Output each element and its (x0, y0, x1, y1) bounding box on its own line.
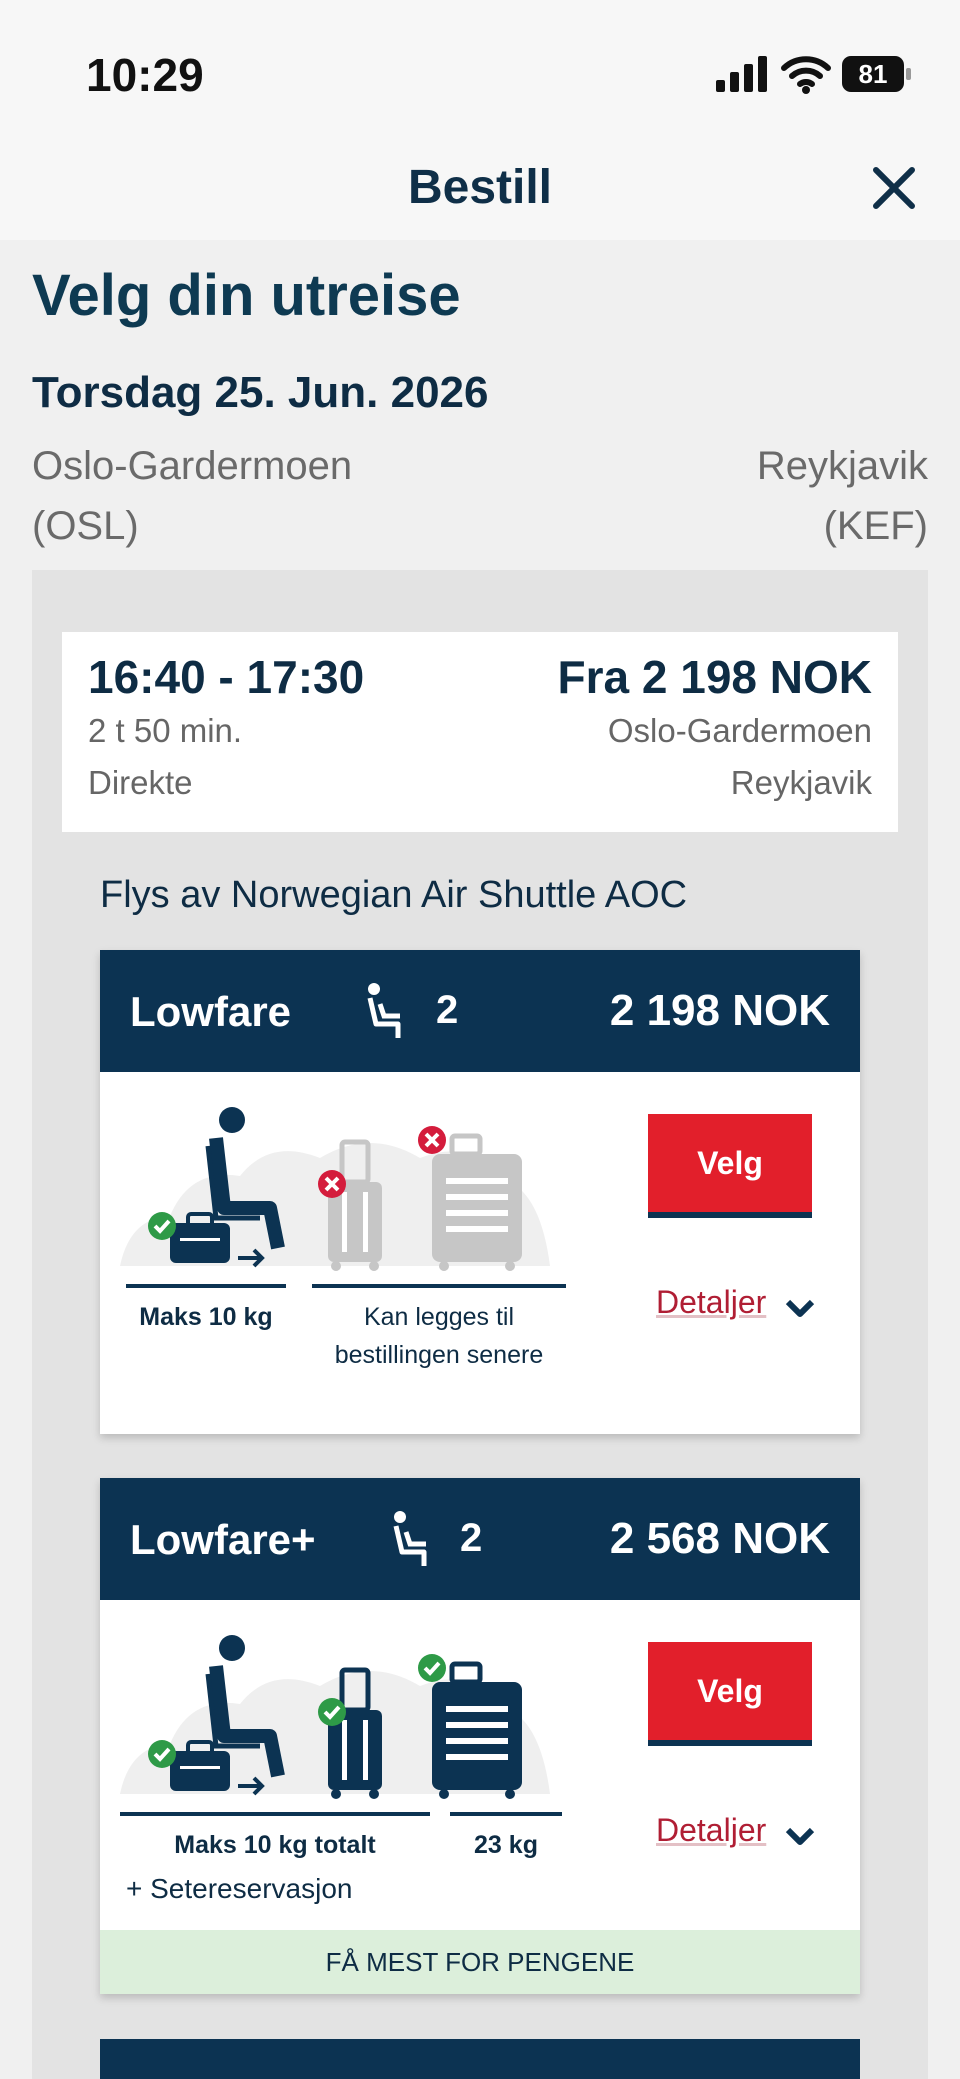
nav-bar: Bestill (0, 150, 960, 240)
fare-name: Lowfare (130, 988, 292, 1035)
travel-date: Torsdag 25. Jun. 2026 (32, 368, 489, 417)
extra-benefit: + Setereservasjon (126, 1873, 353, 1904)
checked-bag-label-line1: Kan legges til (363, 1303, 515, 1331)
baggage-illustration (120, 1107, 550, 1271)
status-time: 10:29 (86, 49, 204, 101)
nav-title: Bestill (407, 161, 553, 214)
divider (120, 1812, 430, 1816)
carry-on-label: Maks 10 kg (139, 1303, 273, 1331)
flight-to: Reykjavik (730, 764, 872, 801)
details-link[interactable]: Detaljer (656, 1812, 766, 1849)
divider (450, 1812, 562, 1816)
seat-count: 2 (460, 1516, 483, 1560)
best-value-banner: FÅ MEST FOR PENGENE (100, 1930, 860, 1994)
fare-card-next (100, 2039, 860, 2079)
fare-price: 2 568 NOK (609, 1514, 830, 1563)
battery-level: 81 (859, 59, 888, 89)
flight-from: Oslo-Gardermoen (607, 712, 872, 749)
origin-city: Oslo-Gardermoen (32, 444, 353, 488)
suitcase-icon (432, 1133, 522, 1271)
checked-bag-label: Kan legges til bestillingen senere (300, 1298, 578, 1374)
divider (312, 1284, 566, 1288)
seat-icon (393, 1511, 427, 1566)
origin-code: (OSL) (32, 504, 139, 548)
check-badge-icon (318, 1698, 346, 1726)
fare-price: 2 198 NOK (609, 986, 830, 1035)
destination: Reykjavik (KEF) (757, 436, 928, 556)
battery-icon: 81 (842, 56, 911, 92)
suitcase-icon (432, 1661, 522, 1799)
select-fare-button[interactable]: Velg (648, 1114, 812, 1218)
fare-card-lowfare-plus: Lowfare+ 2 2 568 NOK Maks 10 kg totalt 2… (100, 1478, 860, 1994)
seat-icon (367, 983, 401, 1038)
divider (126, 1284, 286, 1288)
fare-card-lowfare: Lowfare 2 2 198 NOK Maks 10 kg Kan legge… (100, 950, 860, 1434)
flight-duration: 2 t 50 min. (88, 712, 243, 749)
cross-badge-icon (418, 1126, 446, 1154)
flight-summary[interactable]: 16:40 - 17:30 2 t 50 min. Direkte Fra 2 … (62, 632, 898, 832)
origin: Oslo-Gardermoen (OSL) (32, 436, 352, 556)
checked-bag-label-line2: bestillingen senere (334, 1341, 544, 1369)
flight-stops: Direkte (88, 764, 193, 801)
destination-code: (KEF) (823, 504, 928, 548)
check-badge-icon (148, 1740, 176, 1768)
close-icon[interactable] (866, 160, 922, 216)
operated-by: Flys av Norwegian Air Shuttle AOC (100, 874, 688, 916)
carry-on-label: Maks 10 kg totalt (174, 1831, 376, 1859)
destination-city: Reykjavik (756, 444, 928, 488)
check-badge-icon (148, 1212, 176, 1240)
checked-bag-label: 23 kg (474, 1831, 538, 1859)
chevron-down-icon[interactable] (784, 1824, 816, 1848)
check-badge-icon (418, 1654, 446, 1682)
details-link[interactable]: Detaljer (656, 1284, 766, 1321)
baggage-illustration (120, 1635, 550, 1799)
flight-price: Fra 2 198 NOK (557, 651, 872, 703)
chevron-down-icon[interactable] (784, 1296, 816, 1320)
status-bar: 10:29 81 (0, 0, 960, 150)
cellular-signal-icon (716, 56, 767, 92)
fare-name: Lowfare+ (130, 1516, 316, 1563)
fare-header: Lowfare+ 2 2 568 NOK (100, 1478, 860, 1600)
select-fare-button[interactable]: Velg (648, 1642, 812, 1746)
cross-badge-icon (318, 1170, 346, 1198)
wifi-icon (781, 56, 831, 94)
fare-header: Lowfare 2 2 198 NOK (100, 950, 860, 1072)
seat-count: 2 (436, 988, 459, 1032)
flight-times: 16:40 - 17:30 (88, 651, 365, 703)
page-title: Velg din utreise (32, 263, 461, 328)
